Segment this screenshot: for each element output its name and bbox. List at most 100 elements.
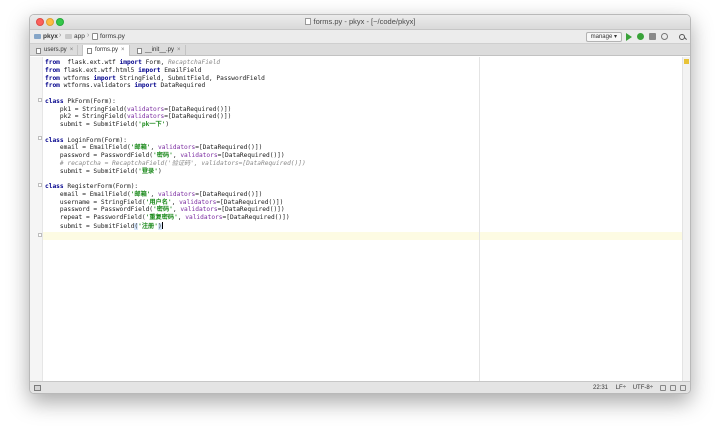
close-tab-icon[interactable]: ×: [70, 45, 74, 56]
code-line[interactable]: password = PasswordField('密码', validator…: [45, 206, 306, 214]
code-token: validators: [180, 206, 218, 214]
code-token: password = PasswordField(: [45, 152, 154, 159]
tab-label: users.py: [44, 47, 67, 53]
code-token: email = EmailField(: [45, 144, 131, 152]
code-line[interactable]: submit = SubmitField('登录'): [45, 168, 306, 176]
window-title: forms.py - pkyx - [~/code/pkyx]: [313, 17, 416, 26]
code-token: from: [45, 59, 60, 66]
python-file-icon: [87, 47, 92, 54]
code-token: =[DataRequired()]): [195, 190, 263, 198]
ide-window: forms.py - pkyx - [~/code/pkyx] pkyx › a…: [29, 14, 691, 394]
code-token: validators: [126, 113, 165, 121]
file-icon: [304, 18, 311, 25]
code-token: =[DataRequired()]): [195, 144, 263, 152]
code-line[interactable]: pk1 = StringField(validators=[DataRequir…: [45, 106, 306, 114]
code-token: import: [134, 82, 157, 90]
event-log-icon[interactable]: [680, 385, 686, 391]
run-configuration-label: manage: [590, 34, 613, 40]
code-token: '邮箱': [130, 144, 151, 152]
close-tab-icon[interactable]: ×: [177, 45, 181, 56]
code-token: submit = SubmitField(: [45, 167, 139, 175]
code-line[interactable]: email = EmailField('邮箱', validators=[Dat…: [45, 191, 306, 199]
code-line[interactable]: password = PasswordField('密码', validator…: [45, 152, 306, 160]
code-token: wtforms.validators: [59, 82, 135, 90]
inspector-icon[interactable]: [670, 385, 676, 391]
source-code[interactable]: from flask.ext.wtf import Form, Recaptch…: [45, 59, 306, 230]
file-encoding[interactable]: UTF-8÷: [633, 384, 653, 392]
code-token: =[DataRequired()]): [217, 206, 285, 214]
breadcrumb-app-label: app: [74, 33, 85, 40]
tab-forms-py[interactable]: forms.py ×: [82, 45, 130, 56]
coverage-icon: [649, 33, 656, 40]
tab-label: __init__.py: [145, 47, 175, 53]
tab-init-py[interactable]: __init__.py ×: [133, 45, 186, 56]
coverage-button[interactable]: [648, 32, 657, 41]
line-separator[interactable]: LF÷: [616, 384, 626, 392]
code-line[interactable]: class PkForm(Form):: [45, 98, 306, 106]
code-token: '密码': [153, 152, 173, 159]
code-token: flask.ext.wtf.html5: [59, 66, 139, 74]
fold-marker-icon[interactable]: [38, 233, 42, 237]
code-line[interactable]: pk2 = StringField(validators=[DataRequir…: [45, 113, 306, 121]
code-token: validators: [185, 214, 223, 221]
caret-position[interactable]: 22:31: [593, 384, 608, 392]
status-bar: 22:31 LF÷ UTF-8÷: [30, 381, 690, 393]
code-token: ): [165, 121, 170, 128]
editor-gutter[interactable]: [30, 57, 43, 382]
tool-windows-toggle-icon[interactable]: [34, 385, 41, 391]
code-token: 'pk一下': [138, 121, 166, 128]
code-token: pk1 = StringField(: [45, 105, 127, 113]
breadcrumb-separator: ›: [87, 32, 90, 39]
code-token: PkForm(Form):: [63, 97, 116, 105]
editor-scrollbar[interactable]: [682, 57, 690, 382]
code-token: ,: [150, 144, 158, 152]
code-line[interactable]: submit = SubmitField('pk一下'): [45, 121, 306, 129]
code-line[interactable]: from flask.ext.wtf.html5 import EmailFie…: [45, 67, 306, 75]
run-button[interactable]: [624, 32, 633, 41]
fold-marker-icon[interactable]: [38, 183, 42, 187]
code-line[interactable]: # recaptcha = RecaptchaField('验证码', vali…: [45, 160, 306, 168]
breadcrumb-project[interactable]: pkyx: [34, 33, 58, 40]
breadcrumb-file-label: forms.py: [100, 33, 125, 40]
code-token: submit = SubmitField: [45, 222, 135, 230]
code-line[interactable]: class RegisterForm(Form):: [45, 183, 306, 191]
code-line[interactable]: [45, 90, 306, 98]
run-configuration-select[interactable]: manage ▾: [585, 32, 622, 42]
breadcrumb-app[interactable]: app: [65, 33, 85, 40]
code-token: '邮箱': [130, 190, 151, 198]
code-token: StringField, SubmitField, PasswordField: [115, 74, 265, 82]
breadcrumb-file[interactable]: forms.py: [92, 33, 125, 40]
code-line[interactable]: email = EmailField('邮箱', validators=[Dat…: [45, 144, 306, 152]
code-token: ,: [171, 198, 180, 206]
code-token: from: [45, 82, 60, 90]
close-tab-icon[interactable]: ×: [121, 45, 125, 56]
warning-marker-icon[interactable]: [684, 59, 689, 64]
code-line[interactable]: submit = SubmitField('注册'): [45, 221, 306, 230]
readonly-lock-icon[interactable]: [660, 385, 666, 391]
code-token: pk2 = StringField(: [45, 113, 127, 121]
code-token: class: [45, 183, 64, 190]
code-line[interactable]: from flask.ext.wtf import Form, Recaptch…: [45, 59, 306, 67]
code-token: import: [119, 59, 142, 66]
debug-button[interactable]: [636, 32, 645, 41]
window-title-wrap: forms.py - pkyx - [~/code/pkyx]: [30, 17, 690, 26]
code-token: '重复密码': [145, 214, 178, 221]
code-token: '密码': [153, 206, 173, 214]
project-folder-icon: [34, 34, 41, 39]
code-token: '注册': [138, 222, 158, 230]
fold-marker-icon[interactable]: [38, 136, 42, 140]
code-token: class: [45, 97, 64, 105]
code-line[interactable]: from wtforms.validators import DataRequi…: [45, 82, 306, 90]
code-editor[interactable]: from flask.ext.wtf import Form, Recaptch…: [30, 57, 690, 382]
tab-users-py[interactable]: users.py ×: [32, 45, 79, 56]
code-token: validators: [179, 198, 217, 206]
code-line[interactable]: [45, 129, 306, 137]
fold-marker-icon[interactable]: [38, 98, 42, 102]
search-button[interactable]: [677, 32, 686, 41]
code-line[interactable]: [45, 175, 306, 183]
code-token: RecaptchaField: [167, 59, 221, 66]
code-token: validators: [157, 144, 196, 152]
profile-button[interactable]: [660, 32, 669, 41]
code-token: validators: [126, 105, 165, 113]
code-line[interactable]: repeat = PasswordField('重复密码', validator…: [45, 214, 306, 222]
